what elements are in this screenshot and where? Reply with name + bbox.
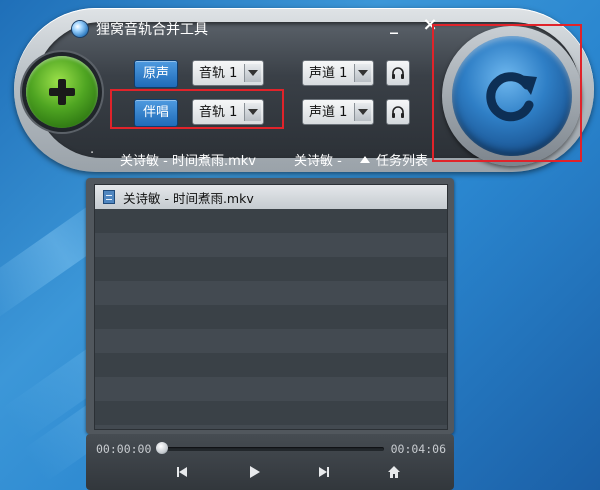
add-file-button[interactable]	[26, 56, 98, 128]
task-list-panel: 关诗敏 - 时间煮雨.mkv	[86, 178, 454, 434]
list-item-name: 关诗敏 - 时间煮雨.mkv	[123, 190, 254, 206]
highlight-box-accompaniment	[110, 89, 284, 129]
seek-handle[interactable]	[156, 442, 168, 454]
original-track-button[interactable]: 原声	[134, 60, 179, 88]
video-file-icon	[103, 190, 115, 204]
list-empty-row	[95, 209, 447, 233]
original-audio-track-value: 音轨 1	[199, 66, 238, 81]
play-icon	[250, 466, 260, 478]
chevron-down-icon	[354, 103, 371, 121]
task-list-toggle[interactable]: 任务列表	[360, 150, 428, 169]
accompaniment-channel-select[interactable]: 声道 1	[302, 99, 374, 125]
original-listen-button[interactable]	[386, 60, 410, 86]
time-current: 00:00:00	[96, 442, 152, 456]
list-item[interactable]: 关诗敏 - 时间煮雨.mkv	[95, 185, 447, 209]
original-channel-select[interactable]: 声道 1	[302, 60, 374, 86]
list-empty-row	[95, 257, 447, 281]
accompaniment-listen-button[interactable]	[386, 99, 410, 125]
list-empty-row	[95, 377, 447, 401]
player-bar: 00:00:00 00:04:06	[86, 434, 454, 490]
home-button[interactable]	[384, 462, 404, 482]
accompaniment-channel-value: 声道 1	[309, 105, 348, 120]
time-total: 00:04:06	[390, 442, 446, 456]
play-button[interactable]	[244, 462, 264, 482]
task-list-label: 任务列表	[376, 154, 429, 169]
list-empty-row	[95, 401, 447, 425]
list-empty-row	[95, 281, 447, 305]
headphone-icon	[392, 106, 404, 118]
chevron-up-icon	[360, 156, 370, 163]
original-channel-value: 声道 1	[309, 66, 348, 81]
next-button[interactable]	[314, 462, 334, 482]
chevron-down-icon	[244, 64, 261, 82]
next-icon	[319, 467, 329, 477]
task-list: 关诗敏 - 时间煮雨.mkv	[94, 184, 448, 430]
list-empty-row	[95, 305, 447, 329]
app-logo-icon	[72, 21, 88, 37]
list-empty-row	[95, 425, 447, 429]
strip-file-name-next: 关诗敏 -	[294, 154, 342, 169]
previous-button[interactable]	[172, 462, 192, 482]
original-audio-track-select[interactable]: 音轨 1	[192, 60, 264, 86]
list-empty-row	[95, 353, 447, 377]
list-empty-row	[95, 329, 447, 353]
file-strip: · 关诗敏 - 时间煮雨.mkv 关诗敏 - 任务列表	[84, 146, 444, 170]
prev-icon	[177, 467, 187, 477]
plus-icon	[49, 79, 75, 105]
list-empty-row	[95, 233, 447, 257]
chevron-down-icon	[354, 64, 371, 82]
strip-dot: ·	[90, 146, 95, 161]
window-title: 狸窝音轨合并工具	[96, 22, 208, 38]
headphone-icon	[392, 67, 404, 79]
strip-file-name: 关诗敏 - 时间煮雨.mkv	[120, 154, 256, 169]
seek-bar[interactable]	[162, 447, 384, 451]
minimize-button[interactable]: _	[384, 14, 404, 36]
highlight-box-convert	[432, 24, 582, 162]
home-icon	[388, 466, 400, 478]
